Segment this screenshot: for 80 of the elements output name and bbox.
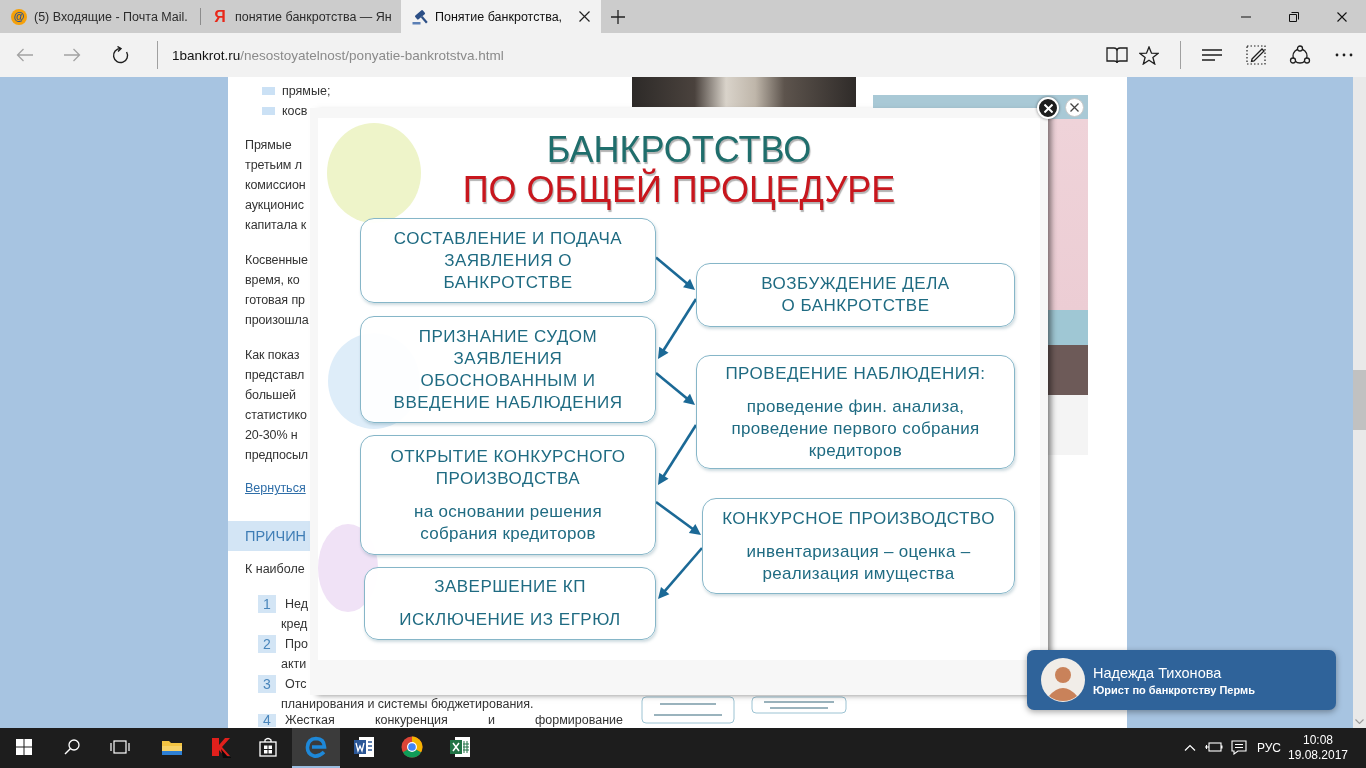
forward-arrow-icon — [63, 48, 81, 62]
plus-icon — [611, 9, 625, 24]
more-dots-icon — [1335, 53, 1353, 57]
section-heading: ПРИЧИН — [245, 527, 307, 546]
slide-subtitle: ПО ОБЩЕЙ ПРОЦЕДУРЕ — [462, 170, 896, 210]
browser-tab[interactable]: Понятие банкротства, — [401, 0, 601, 33]
shopping-bag-icon — [258, 737, 278, 757]
back-arrow-icon — [15, 48, 33, 62]
close-ad-button[interactable] — [1065, 98, 1084, 117]
round-browser-icon — [401, 736, 423, 758]
step-note: инвентаризация – оценка – реализация имущества — [746, 540, 971, 585]
contact-name: Надежда Тихонова — [1093, 664, 1223, 681]
step-title: ПРИЗНАНИЕ СУДОМ ЗАЯВЛЕНИЯ ОБОСНОВАННЫМ И ВВЕДЕНИЕ НАБЛЮДЕНИЯ — [393, 325, 623, 414]
flow-arrow — [655, 256, 695, 290]
close-icon — [578, 11, 590, 22]
paragraph-text: Прямые третьим л комиссион аукционис капитала к — [245, 137, 307, 234]
list-number: 1 — [258, 595, 276, 613]
message-icon — [1231, 739, 1247, 755]
book-icon — [1106, 46, 1128, 64]
flow-arrow — [658, 424, 698, 485]
minimize-icon — [1241, 15, 1251, 18]
bullet-icon — [262, 107, 275, 115]
list-number: 2 — [258, 635, 276, 653]
step-note: на основании решения собрания кредиторов — [414, 500, 602, 545]
step-title: СОСТАВЛЕНИЕ И ПОДАЧА ЗАЯВЛЕНИЯ О БАНКРОТСТВЕ — [393, 227, 623, 294]
pen-in-frame-icon — [1246, 45, 1266, 65]
avatar-icon — [1041, 658, 1085, 702]
chevron-up-icon — [1184, 743, 1196, 751]
list-item-text: Отс планирования и системы бюджетирования. — [281, 676, 534, 713]
gavel-icon — [412, 8, 428, 25]
step-title: ОТКРЫТИЕ КОНКУРСНОГО ПРОИЗВОДСТВА — [390, 445, 626, 490]
refresh-icon — [110, 45, 130, 65]
clock[interactable]: 10:08 19.08.2017 — [1286, 728, 1350, 768]
step-title: ВОЗБУЖДЕНИЕ ДЕЛА О БАНКРОТСТВЕ — [761, 273, 950, 317]
search-icon — [64, 739, 80, 755]
step-title: ИСКЛЮЧЕНИЕ ИЗ ЕГРЮЛ — [399, 609, 621, 631]
list-item-text: Про акти — [281, 636, 308, 673]
bullet-text: косв — [282, 103, 308, 120]
flow-arrow — [658, 298, 698, 359]
site-logo-icon: @ — [11, 8, 27, 25]
scrollbar[interactable] — [1353, 77, 1366, 728]
site-logo-icon: Я — [212, 8, 228, 25]
spreadsheet-app-icon — [449, 736, 471, 758]
document-app-icon — [353, 736, 375, 758]
step-note: проведение фин. анализа, проведение первого собрания кредиторов — [731, 395, 980, 462]
menu-lines-icon — [1202, 49, 1222, 61]
app-emblem-icon — [209, 736, 231, 758]
browser-swirl-icon — [305, 736, 327, 758]
list-item-text: Жесткая конкуренция и формирование — [284, 714, 623, 727]
step-title: ПРОВЕДЕНИЕ НАБЛЮДЕНИЯ: — [725, 362, 986, 385]
flow-arrow — [658, 547, 703, 599]
bullet-icon — [262, 87, 275, 95]
star-icon — [1139, 45, 1159, 65]
battery-plug-icon — [1205, 741, 1223, 753]
scrollbar-thumb[interactable] — [1353, 370, 1366, 430]
list-item-text: Нед кред — [281, 596, 308, 633]
folder-icon — [161, 738, 183, 756]
task-view-icon — [110, 740, 130, 754]
bullet-text: прямые; — [282, 83, 331, 100]
close-icon — [1070, 103, 1079, 112]
paragraph-text: К наиболе — [245, 561, 305, 578]
list-number: 4 — [258, 714, 276, 727]
close-icon — [1043, 103, 1053, 113]
list-number: 3 — [258, 675, 276, 693]
flow-arrow — [655, 372, 695, 405]
close-icon — [1337, 11, 1347, 22]
paragraph-text: Как показ представл большей статистико 20-30% н предпосыл — [245, 347, 309, 464]
share-icon — [1289, 45, 1311, 65]
back-link[interactable]: Вернуться — [245, 478, 306, 498]
chat-widget[interactable]: Надежда Тихонова Юрист по банкротству Пермь — [1027, 650, 1336, 710]
browser-button[interactable] — [292, 728, 340, 768]
paragraph-text: Косвенные время, ко готовая пр произошла — [245, 252, 309, 329]
step-title: КОНКУРСНОЕ ПРОИЗВОДСТВО — [722, 507, 995, 530]
restore-icon — [1289, 11, 1299, 22]
flow-arrow — [655, 500, 701, 535]
step-title: ЗАВЕРШЕНИЕ КП — [434, 576, 586, 598]
windows-logo-icon — [16, 739, 32, 755]
language-indicator[interactable]: РУС — [1252, 728, 1286, 768]
scroll-down-icon — [1355, 719, 1364, 724]
contact-role: Юрист по банкротству Пермь — [1093, 683, 1255, 696]
